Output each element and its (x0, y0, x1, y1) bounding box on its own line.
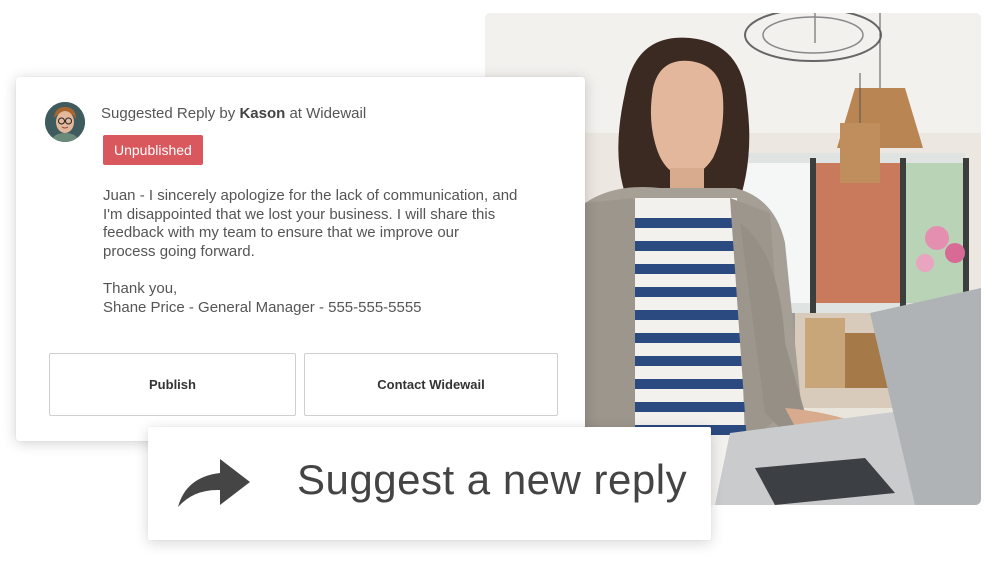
reply-signoff: Thank you, (103, 279, 178, 297)
header-prefix: Suggested Reply by (101, 105, 236, 122)
author-name: Kason (239, 105, 286, 122)
suggested-reply-card: Suggested Reply by Kason at Widewail Unp… (16, 77, 585, 441)
reply-line: feedback with my team to ensure that we … (103, 224, 460, 242)
status-badge: Unpublished (103, 135, 203, 165)
reply-line: process going forward. (103, 242, 255, 260)
reply-header: Suggested Reply by Kason at Widewail (101, 105, 366, 122)
reply-line: I'm disappointed that we lost your busin… (103, 205, 496, 223)
reply-line: Juan - I sincerely apologize for the lac… (103, 187, 518, 204)
share-arrow-icon (176, 457, 252, 511)
header-at: at (289, 105, 302, 122)
contact-widewail-button[interactable]: Contact Widewail (304, 353, 558, 416)
company-name: Widewail (306, 105, 367, 122)
reply-signature: Shane Price - General Manager - 555-555-… (103, 298, 422, 316)
reply-body: Juan - I sincerely apologize for the lac… (103, 187, 543, 317)
suggest-label: Suggest a new reply (297, 456, 688, 503)
publish-button[interactable]: Publish (49, 353, 296, 416)
avatar (45, 102, 85, 142)
suggest-new-reply-button[interactable]: Suggest a new reply (148, 427, 711, 540)
